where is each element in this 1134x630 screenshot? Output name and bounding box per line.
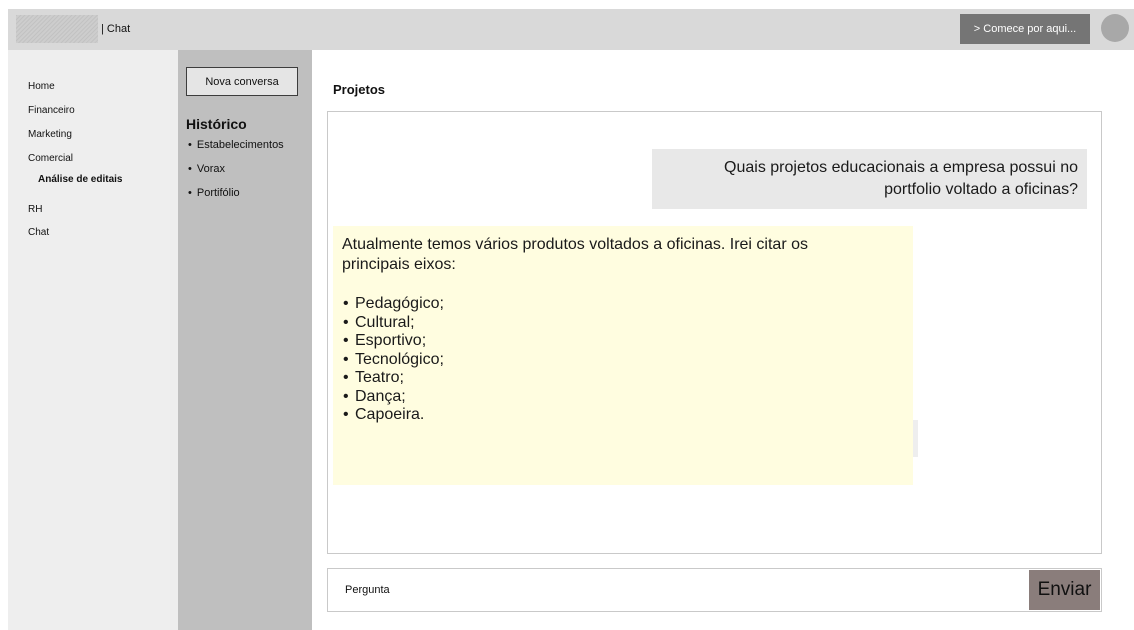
question-input[interactable] (328, 569, 1028, 611)
history-heading: Histórico (186, 116, 247, 132)
list-item-text: Teatro; (355, 369, 404, 386)
user-message-line: Quais projetos educacionais a empresa po… (724, 159, 1078, 176)
new-chat-button[interactable]: Nova conversa (186, 67, 298, 96)
sidebar-item-comercial[interactable]: Comercial (28, 153, 73, 164)
history-item[interactable]: • Vorax (188, 163, 225, 175)
history-item-label: Vorax (196, 163, 225, 175)
sidebar-item-home[interactable]: Home (28, 81, 55, 92)
history-item-label: Portifólio (196, 187, 240, 199)
list-item: • Teatro; (343, 369, 404, 386)
history-item[interactable]: • Estabelecimentos (188, 139, 284, 151)
list-item: • Dança; (343, 387, 406, 405)
list-item: • Esportivo; (343, 332, 427, 349)
sidebar-item-chat[interactable]: Chat (28, 227, 49, 238)
logo-placeholder (16, 15, 98, 43)
list-item-text: Esportivo; (355, 332, 427, 349)
send-button[interactable]: Enviar (1029, 570, 1100, 610)
list-item-text: Pedagógico; (355, 295, 444, 312)
history-item[interactable]: • Portifólio (188, 187, 240, 199)
assistant-bullet-list: • Pedagógico; • Cultural; • Esportivo; • Tec… (342, 295, 904, 425)
assistant-intro-text: Atualmente temos vários produtos voltado… (342, 235, 904, 275)
message-input-bar: Enviar (327, 568, 1102, 612)
sidebar-item-marketing[interactable]: Marketing (28, 129, 72, 140)
list-item-text: Capoeira. (355, 406, 425, 423)
assistant-intro-line: Atualmente temos vários produtos voltado… (342, 236, 808, 253)
history-item-label: Estabelecimentos (196, 139, 284, 151)
get-started-button[interactable]: > Comece por aqui... (960, 14, 1090, 44)
list-item: • Capoeira. (343, 406, 425, 423)
user-message-bubble: Quais projetos educacionais a empresa po… (652, 149, 1087, 209)
page-title: Projetos (333, 82, 386, 97)
app-title: | Chat (101, 23, 131, 35)
sidebar-item-financeiro[interactable]: Financeiro (28, 105, 75, 116)
list-item-text: Dança; (355, 387, 406, 405)
assistant-message-bubble: Atualmente temos vários produtos voltado… (333, 226, 913, 485)
assistant-intro-line: principais eixos: (342, 256, 456, 273)
list-item-text: Tecnológico; (355, 350, 444, 368)
user-message-line: portfolio voltado a oficinas? (884, 181, 1078, 198)
sidebar-item-analise-de-editais[interactable]: Análise de editais (38, 174, 122, 185)
history-panel: Nova conversa Histórico • Estabelecimento… (178, 50, 312, 630)
user-avatar[interactable] (1101, 14, 1129, 42)
list-item: • Tecnológico; (343, 350, 444, 368)
list-item-text: Cultural; (355, 313, 415, 331)
sidebar: Home Financeiro Marketing Comercial Anál… (8, 50, 178, 630)
list-item: • Cultural; (343, 313, 415, 331)
sidebar-item-rh[interactable]: RH (28, 204, 42, 215)
top-bar: | Chat > Comece por aqui... (8, 9, 1134, 50)
list-item: • Pedagógico; (343, 295, 444, 312)
